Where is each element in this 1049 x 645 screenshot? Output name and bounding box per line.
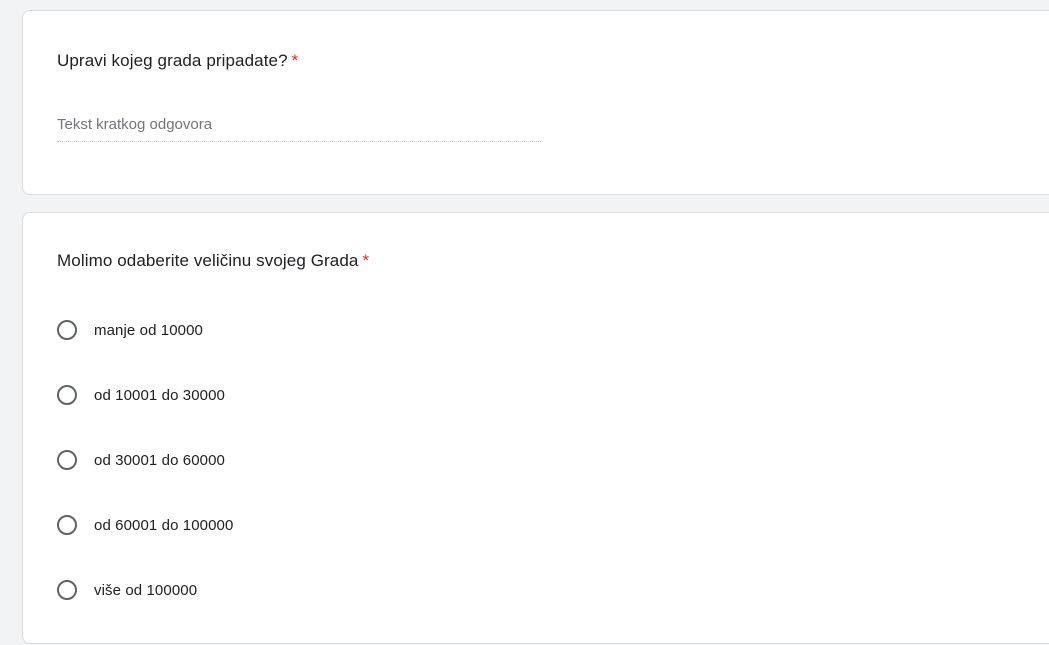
radio-button[interactable]: [57, 515, 77, 535]
question-title: Molimo odaberite veličinu svojeg Grada *: [57, 249, 369, 273]
radio-option[interactable]: od 30001 do 60000: [57, 439, 233, 481]
radio-option-label: manje od 10000: [94, 321, 203, 339]
required-star: *: [362, 251, 370, 270]
question-title: Upravi kojeg grada pripadate? *: [57, 49, 298, 73]
radio-button[interactable]: [57, 385, 77, 405]
radio-button[interactable]: [57, 580, 77, 600]
question-title-text: Molimo odaberite veličinu svojeg Grada: [57, 251, 359, 270]
radio-option[interactable]: od 10001 do 30000: [57, 374, 233, 416]
radio-option-label: od 60001 do 100000: [94, 516, 234, 534]
question-title-text: Upravi kojeg grada pripadate?: [57, 51, 288, 70]
radio-button[interactable]: [57, 320, 77, 340]
radio-group-city-size: manje od 10000 od 10001 do 30000 od 3000…: [57, 309, 233, 634]
radio-option[interactable]: manje od 10000: [57, 309, 233, 351]
short-answer-field: [57, 109, 541, 142]
question-card-city: Upravi kojeg grada pripadate? *: [22, 10, 1049, 195]
radio-option-label: više od 100000: [94, 581, 198, 599]
question-card-city-size: Molimo odaberite veličinu svojeg Grada * …: [22, 212, 1049, 644]
radio-option[interactable]: od 60001 do 100000: [57, 504, 233, 546]
radio-button[interactable]: [57, 450, 77, 470]
required-star: *: [291, 51, 299, 70]
radio-option-label: od 30001 do 60000: [94, 451, 225, 469]
radio-option-label: od 10001 do 30000: [94, 386, 225, 404]
radio-option[interactable]: više od 100000: [57, 569, 233, 611]
short-answer-input[interactable]: [57, 109, 541, 139]
